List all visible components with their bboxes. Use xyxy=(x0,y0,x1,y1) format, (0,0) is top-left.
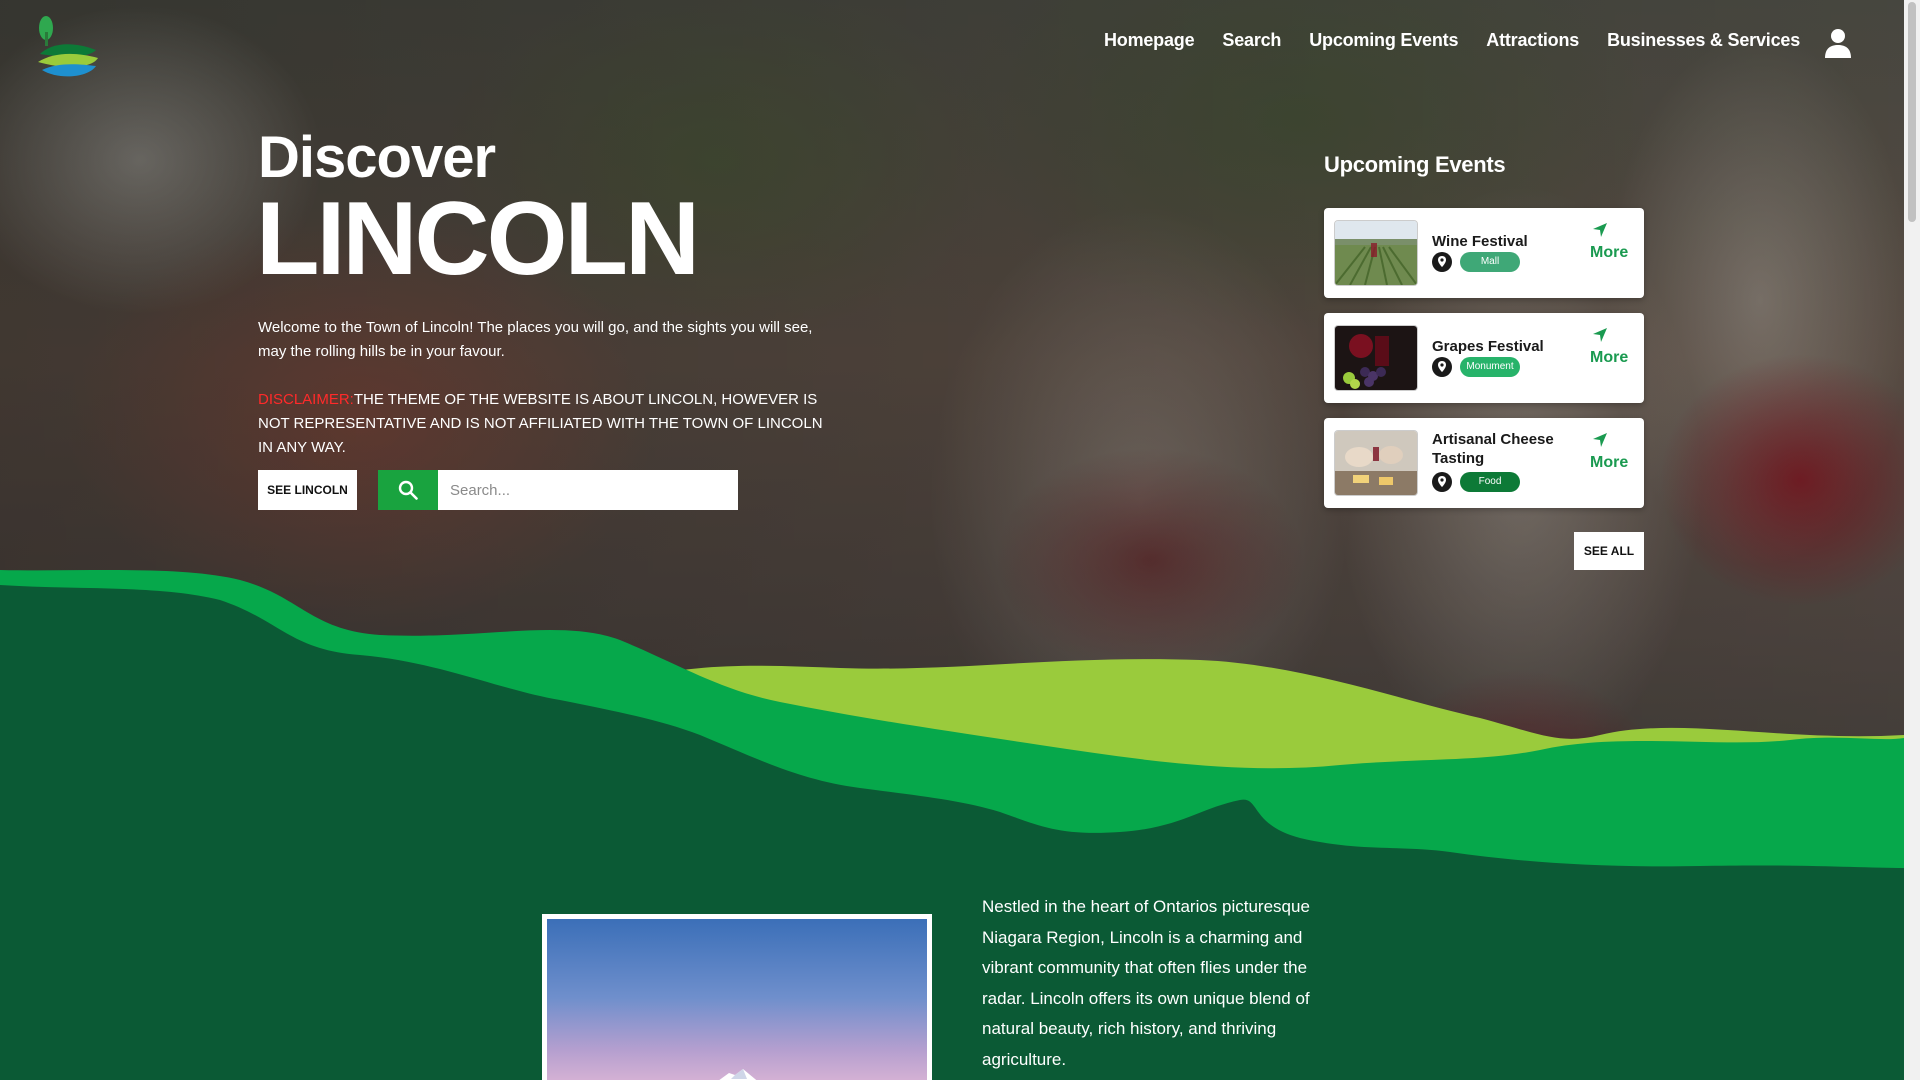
disclaimer-text: DISCLAIMER:THE THEME OF THE WEBSITE IS A… xyxy=(258,388,838,460)
about-lincoln-text: Nestled in the heart of Ontarios picture… xyxy=(982,897,1310,1069)
nav-upcoming-events[interactable]: Upcoming Events xyxy=(1309,30,1458,51)
more-link[interactable]: More xyxy=(1590,222,1630,262)
event-card-artisanal-cheese-tasting[interactable]: Artisanal Cheese Tasting Food More xyxy=(1324,418,1644,508)
event-name: Wine Festival xyxy=(1432,233,1528,250)
search-icon xyxy=(398,480,418,500)
event-thumbnail xyxy=(1334,220,1418,286)
location-pin-icon xyxy=(1432,252,1452,272)
event-category-tag: Food xyxy=(1460,472,1520,492)
see-all-events-button[interactable]: SEE ALL xyxy=(1574,532,1644,570)
disclaimer-label: DISCLAIMER: xyxy=(258,391,354,408)
navigation-arrow-icon xyxy=(1593,328,1607,342)
search-button[interactable] xyxy=(378,470,438,510)
lincoln-hills-logo[interactable] xyxy=(36,14,100,80)
more-label: More xyxy=(1590,349,1629,366)
hero-title: LINCOLN xyxy=(256,181,700,297)
nav-homepage[interactable]: Homepage xyxy=(1104,30,1195,51)
event-card-wine-festival[interactable]: Wine Festival Mall More xyxy=(1324,208,1644,298)
location-pin-icon xyxy=(1432,357,1452,377)
mountain-photo xyxy=(547,919,927,1080)
event-category-tag: Mall xyxy=(1460,252,1520,272)
nav-search[interactable]: Search xyxy=(1222,30,1281,51)
user-icon[interactable] xyxy=(1824,28,1852,58)
more-link[interactable]: More xyxy=(1590,432,1630,472)
nav-businesses-services[interactable]: Businesses & Services xyxy=(1607,30,1800,51)
event-thumbnail xyxy=(1334,430,1418,496)
more-link[interactable]: More xyxy=(1590,327,1630,367)
search-input[interactable] xyxy=(438,470,738,510)
scrollbar-thumb[interactable] xyxy=(1908,2,1916,222)
event-name: Grapes Festival xyxy=(1432,338,1544,355)
main-navigation: Homepage Search Upcoming Events Attracti… xyxy=(1076,30,1800,51)
page-scrollbar[interactable] xyxy=(1904,0,1920,1080)
mountain-photo-frame xyxy=(542,914,932,1080)
event-name: Artisanal Cheese Tasting xyxy=(1432,431,1554,467)
nav-attractions[interactable]: Attractions xyxy=(1486,30,1579,51)
navigation-arrow-icon xyxy=(1593,223,1607,237)
event-card-grapes-festival[interactable]: Grapes Festival Monument More xyxy=(1324,313,1644,403)
location-pin-icon xyxy=(1432,472,1452,492)
event-category-tag: Monument xyxy=(1460,357,1520,377)
more-label: More xyxy=(1590,454,1629,471)
upcoming-events-heading: Upcoming Events xyxy=(1324,152,1506,177)
more-label: More xyxy=(1590,244,1629,261)
event-thumbnail xyxy=(1334,325,1418,391)
navigation-arrow-icon xyxy=(1593,433,1607,447)
see-lincoln-button[interactable]: SEE LINCOLN xyxy=(258,470,357,510)
welcome-text: Welcome to the Town of Lincoln! The plac… xyxy=(258,319,813,360)
